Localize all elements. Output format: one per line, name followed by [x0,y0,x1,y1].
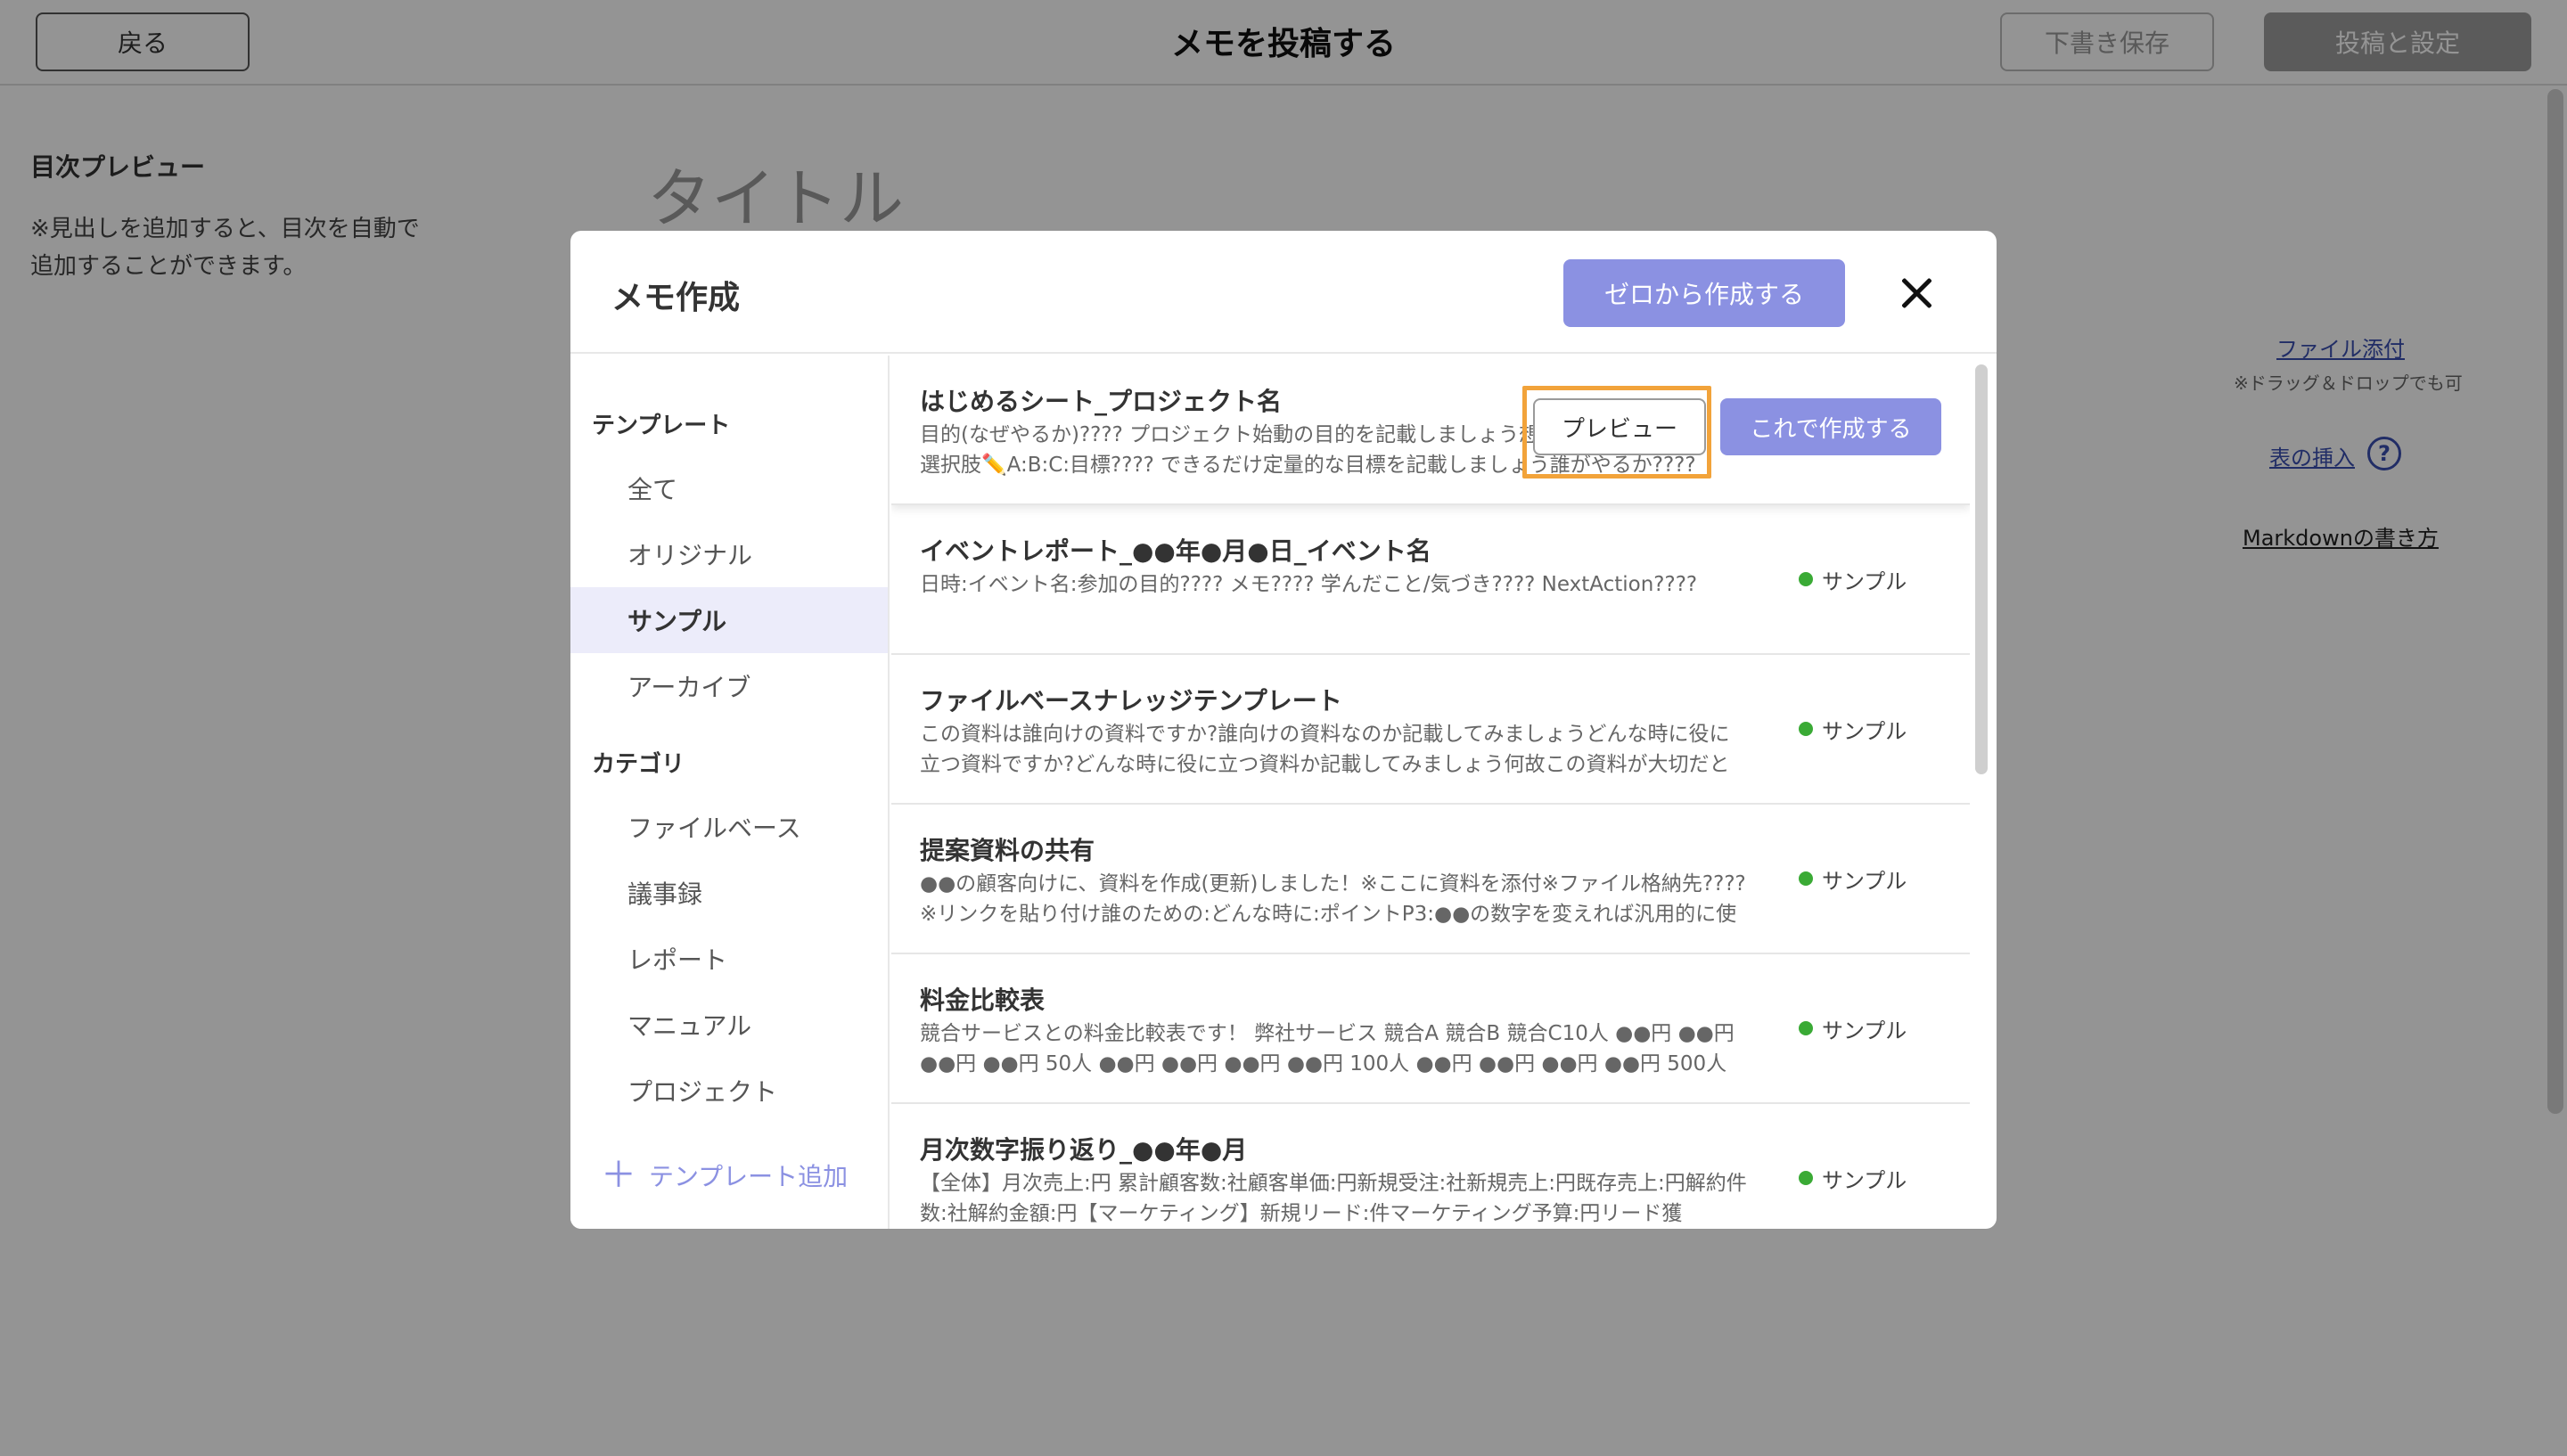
close-icon[interactable] [1895,272,1938,315]
category-heading: カテゴリ [592,751,685,778]
template-row[interactable]: 月次数字振り返り_●●年●月 【全体】月次売上:円 累計顧客数:社顧客単価:円新… [891,1104,1970,1229]
status-badge: サンプル [1799,954,1907,1102]
template-title: 料金比較表 [920,986,1046,1015]
template-row[interactable]: ファイルベースナレッジテンプレート この資料は誰向けの資料ですか?誰向けの資料な… [891,655,1970,805]
status-dot-icon [1799,871,1813,886]
sidebar-item-archive[interactable]: アーカイブ [570,653,888,719]
template-description: 競合サービスとの料金比較表です！ 弊社サービス 競合A 競合B 競合C10人 ●… [920,1022,1735,1076]
status-badge: サンプル [1799,655,1907,803]
add-template-label: テンプレート追加 [649,1162,849,1191]
badge-label: サンプル [1822,1018,1907,1043]
status-badge: サンプル [1799,805,1907,953]
badge-label: サンプル [1822,568,1907,594]
modal-header: メモ作成 ゼロから作成する [570,231,1997,354]
template-description: 【全体】月次売上:円 累計顧客数:社顧客単価:円新規受注:社新規売上:円既存売上… [920,1172,1747,1225]
sidebar-item-file-base[interactable]: ファイルベース [570,794,888,860]
sidebar-item-sample[interactable]: サンプル [570,587,888,653]
template-row[interactable]: 提案資料の共有 ●●の顧客向けに、資料を作成(更新)しました！※ここに資料を添付… [891,805,1970,954]
status-badge: サンプル [1799,505,1907,653]
template-title: 月次数字振り返り_●●年●月 [920,1135,1248,1165]
template-sidebar: テンプレート 全て オリジナル サンプル アーカイブ カテゴリ ファイルベース … [570,356,890,1229]
template-title: はじめるシート_プロジェクト名 [920,387,1283,416]
template-row[interactable]: 料金比較表 競合サービスとの料金比較表です！ 弊社サービス 競合A 競合B 競合… [891,954,1970,1104]
sidebar-item-manual[interactable]: マニュアル [570,992,888,1058]
create-from-zero-button[interactable]: ゼロから作成する [1563,259,1845,327]
template-description: この資料は誰向けの資料ですか?誰向けの資料なのか記載してみましょうどんな時に役に… [920,723,1730,776]
template-title: ファイルベースナレッジテンプレート [920,686,1342,716]
template-heading: テンプレート [592,413,731,439]
sidebar-item-minutes[interactable]: 議事録 [570,860,888,926]
status-dot-icon [1799,572,1813,586]
badge-label: サンプル [1822,868,1907,894]
template-row[interactable]: イベントレポート_●●年●月●日_イベント名 日時:イベント名:参加の目的???… [891,505,1970,655]
preview-button[interactable]: プレビュー [1533,398,1706,455]
badge-label: サンプル [1822,718,1907,744]
template-title: 提案資料の共有 [920,836,1095,865]
template-list-scrollbar[interactable] [1975,364,1988,774]
status-dot-icon [1799,722,1813,736]
status-badge: サンプル [1799,1104,1907,1229]
badge-label: サンプル [1822,1167,1907,1193]
template-description: ●●の顧客向けに、資料を作成(更新)しました！※ここに資料を添付※ファイル格納先… [920,872,1746,926]
sidebar-item-report[interactable]: レポート [570,926,888,992]
plus-icon: ＋ [601,1155,636,1196]
sidebar-item-all[interactable]: 全て [570,455,888,521]
sidebar-item-project[interactable]: プロジェクト [570,1058,888,1124]
template-title: イベントレポート_●●年●月●日_イベント名 [920,536,1431,566]
sidebar-item-original[interactable]: オリジナル [570,521,888,587]
modal-title: メモ作成 [611,280,741,316]
status-dot-icon [1799,1021,1813,1035]
create-with-template-button[interactable]: これで作成する [1720,398,1941,455]
create-memo-modal: メモ作成 ゼロから作成する テンプレート 全て オリジナル サンプル アーカイブ… [570,231,1997,1229]
template-description: 日時:イベント名:参加の目的???? メモ???? 学んだこと/気づき???? … [920,573,1698,596]
template-row[interactable]: はじめるシート_プロジェクト名 目的(なぜやるか)???? プロジェクト始動の目… [891,356,1970,505]
template-list: はじめるシート_プロジェクト名 目的(なぜやるか)???? プロジェクト始動の目… [891,356,1970,1229]
status-dot-icon [1799,1171,1813,1185]
add-template-button[interactable]: ＋ テンプレート追加 [601,1157,848,1193]
